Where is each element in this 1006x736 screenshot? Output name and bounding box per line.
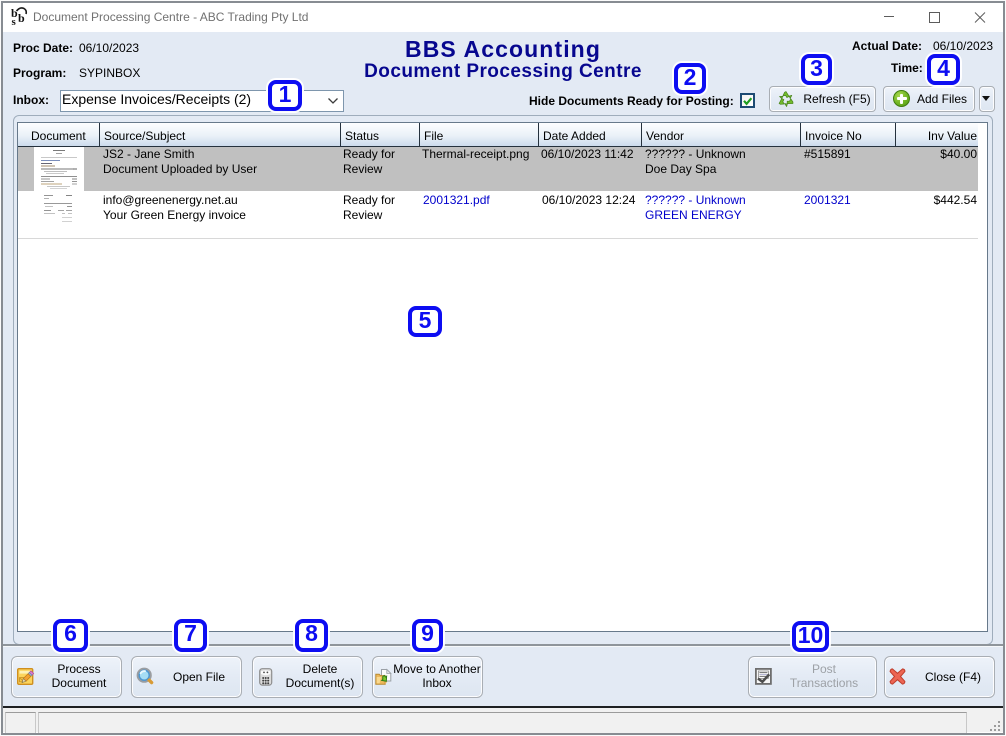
svg-text:s: s (12, 16, 17, 25)
svg-text:b: b (18, 11, 25, 25)
